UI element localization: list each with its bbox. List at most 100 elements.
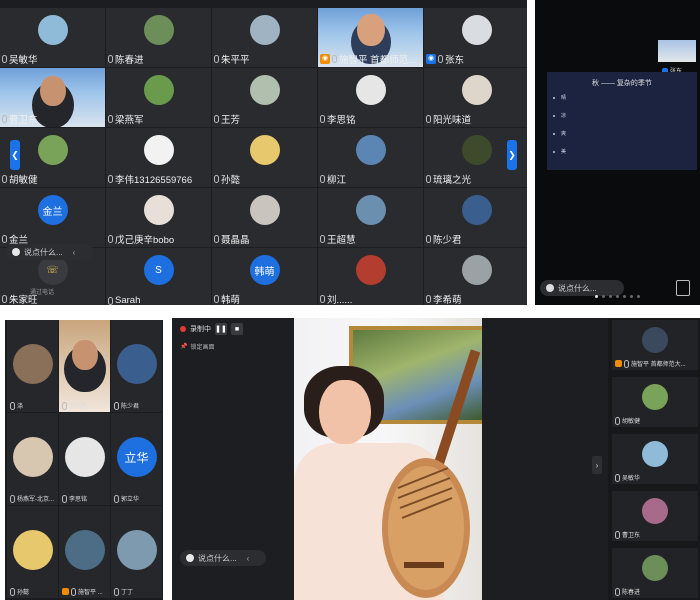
phone-icon: ☏ <box>46 264 59 276</box>
participant-tile[interactable]: 梁燕军 <box>106 68 211 127</box>
participant-avatar <box>461 135 492 165</box>
participant-name-tag: 陈少君 <box>114 401 139 410</box>
participant-tile[interactable]: 柳江 <box>318 128 423 187</box>
participant-tile[interactable]: 陈少君 <box>111 320 162 412</box>
mic-icon <box>108 115 113 123</box>
bullet-icon <box>553 115 555 117</box>
participant-tile[interactable]: 陈少君 <box>424 188 527 247</box>
participant-name: 吴敏华 <box>622 476 641 482</box>
emoji-icon[interactable] <box>12 248 20 256</box>
participant-tile[interactable]: 吴敏华 <box>0 8 105 67</box>
participant-tile[interactable]: 王超慧 <box>318 188 423 247</box>
participant-tile[interactable]: 曹卫东 <box>0 68 105 127</box>
participant-name-tag: 韩萌 <box>214 292 240 305</box>
bullet-icon <box>553 151 555 153</box>
mic-icon <box>214 175 219 183</box>
participant-name: 陈少君 <box>121 404 140 410</box>
mic-icon <box>2 55 7 63</box>
mic-icon <box>320 295 325 303</box>
participant-tile[interactable]: 聂晶晶 <box>212 188 317 247</box>
participant-name-tag: 柳江 <box>320 172 346 186</box>
participant-avatar <box>249 15 280 45</box>
participant-tile[interactable]: ◉ 施智平 首都师范... <box>318 8 423 67</box>
participant-avatar <box>64 530 105 570</box>
prev-page-button[interactable]: ❮ <box>10 140 20 170</box>
participant-tile[interactable]: 丁丁 <box>111 506 162 598</box>
participant-tile[interactable]: ◉ 张东 <box>424 8 527 67</box>
participant-tile[interactable]: 李希萌 <box>424 248 527 305</box>
participant-name: 郭立华 <box>121 497 140 503</box>
participant-tile[interactable]: 胡敏健 <box>612 377 698 427</box>
participant-tile[interactable]: 曹卫东 <box>612 491 698 541</box>
participant-tile[interactable]: 阳光味道 <box>424 68 527 127</box>
participant-tile[interactable]: 李思铭 <box>318 68 423 127</box>
recording-indicator: 录制中 ❚❚ ■ <box>180 322 243 336</box>
participant-tile[interactable]: 立华 郭立华 <box>111 413 162 505</box>
participant-name-tag: 李希萌 <box>426 292 462 305</box>
emoji-icon[interactable] <box>186 554 194 562</box>
participant-tile[interactable]: 金兰 金兰 <box>0 188 105 247</box>
participant-tile[interactable]: 李伟13126559766 <box>106 128 211 187</box>
chat-input[interactable]: 说点什么... ‹ <box>180 550 266 566</box>
participant-tile[interactable]: 陈春进 <box>106 8 211 67</box>
active-speaker-video[interactable] <box>294 318 482 600</box>
participant-avatar <box>116 530 157 570</box>
mic-icon <box>108 235 113 243</box>
phone-icon[interactable] <box>676 280 690 296</box>
tablet-grid-panel: 涤 王昭旭 陈少君杨燕军-北京... 李思铭 立华 郭立华孙懿 施智平 ... 丁丁 <box>5 320 163 600</box>
participant-avatar <box>642 327 668 353</box>
participant-tile[interactable]: 吴敏华 <box>612 434 698 484</box>
participant-grid: 吴敏华 陈春进 朱平平 ◉ 施智平 首都师范... ◉ 张东 曹卫东 梁燕军 王芳 李思铭 阳光味道胡… <box>0 8 527 305</box>
mic-icon <box>214 235 219 243</box>
participant-name-tag: 戊己庚辛bobo <box>108 232 174 246</box>
host-icon: ◉ <box>320 54 330 64</box>
participant-avatar <box>37 15 68 45</box>
participant-tile[interactable]: 施智平 首都师范大... <box>612 320 698 370</box>
lock-view[interactable]: 📌 锁定画面 <box>180 342 215 351</box>
next-page-button[interactable]: ❯ <box>507 140 517 170</box>
collapse-icon[interactable]: ‹ <box>247 554 250 563</box>
participant-tile[interactable]: 王昭旭 <box>59 320 110 412</box>
participant-name: Sarah <box>115 295 141 305</box>
participant-tile[interactable]: 杨燕军-北京... <box>7 413 58 505</box>
participant-name: 李希萌 <box>433 295 462 305</box>
emoji-icon[interactable] <box>546 284 554 292</box>
pause-recording-button[interactable]: ❚❚ <box>215 323 227 335</box>
participant-name: 吴敏华 <box>9 55 38 66</box>
participant-name-tag: 李伟13126559766 <box>108 172 192 186</box>
participant-name: 朱平平 <box>221 55 250 66</box>
participant-tile[interactable]: 李思铭 <box>59 413 110 505</box>
participant-name-tag: 施智平 首都师范大... <box>615 359 686 368</box>
participant-tile[interactable]: 孙懿 <box>7 506 58 598</box>
participant-name-tag: 朱平平 <box>214 52 250 66</box>
participant-tile[interactable]: 韩萌 韩萌 <box>212 248 317 305</box>
mic-icon <box>2 115 7 123</box>
mic-icon <box>108 296 113 305</box>
mic-icon <box>114 587 119 596</box>
participant-tile[interactable]: S Sarah <box>106 248 211 305</box>
participant-tile[interactable]: 施智平 ... <box>59 506 110 598</box>
participant-tile[interactable]: 孙懿 <box>212 128 317 187</box>
participant-tile[interactable]: 陈春进 <box>612 548 698 598</box>
participant-avatar <box>642 384 668 410</box>
collapse-sidebar-button[interactable]: › <box>592 456 602 474</box>
participant-tile[interactable]: 王芳 <box>212 68 317 127</box>
participant-avatar <box>143 135 174 165</box>
chat-input[interactable]: 说点什么... ‹ <box>6 244 94 260</box>
mic-icon <box>62 401 67 410</box>
participant-name-tag: 涤 <box>10 401 23 410</box>
participant-name: 曹卫东 <box>9 115 38 126</box>
chat-input[interactable]: 说点什么... <box>540 280 624 296</box>
participant-tile[interactable]: 朱平平 <box>212 8 317 67</box>
stop-recording-button[interactable]: ■ <box>231 323 243 335</box>
collapse-icon[interactable]: ‹ <box>73 248 76 257</box>
participant-avatar <box>143 75 174 105</box>
participant-name-tag: ◉ 张东 <box>426 52 464 66</box>
participant-video <box>356 14 385 46</box>
participant-name-tag: 丁丁 <box>114 587 133 596</box>
participant-tile[interactable]: 刘...... <box>318 248 423 305</box>
mic-icon <box>426 235 431 243</box>
self-camera-thumbnail[interactable] <box>658 40 696 62</box>
participant-tile[interactable]: 戊己庚辛bobo <box>106 188 211 247</box>
participant-tile[interactable]: 涤 <box>7 320 58 412</box>
